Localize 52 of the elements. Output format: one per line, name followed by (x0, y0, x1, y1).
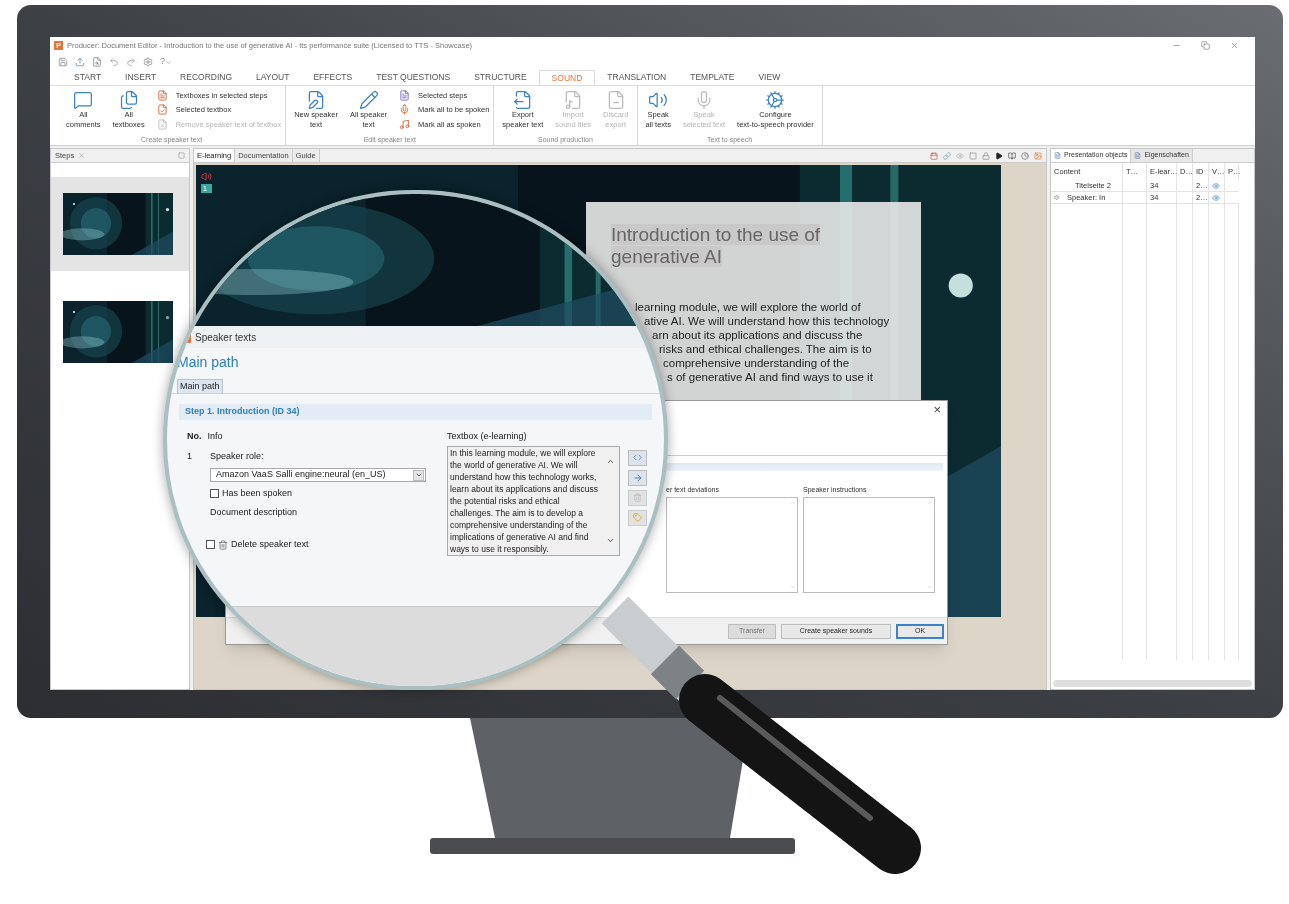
ribbon-tab[interactable]: EFFECTS (301, 70, 365, 85)
speech-bubble-icon (73, 90, 94, 110)
link-icon[interactable] (943, 151, 951, 160)
entry-number: 1 (187, 449, 192, 463)
document-icon (156, 90, 168, 102)
eye-icon[interactable] (1212, 193, 1220, 202)
caret-icon (165, 58, 172, 66)
close-icon[interactable] (78, 152, 86, 159)
lock-icon[interactable] (982, 151, 990, 160)
document-cross-icon (156, 118, 168, 130)
ribbon-tab[interactable]: RECORDING (168, 70, 245, 85)
image-icon[interactable] (1034, 151, 1042, 160)
ribbon-tab[interactable]: TEST QUESTIONS (364, 70, 463, 85)
speaker-icon (1054, 194, 1061, 202)
ribbon-tab[interactable]: STRUCTURE (462, 70, 539, 85)
book-icon[interactable] (1008, 151, 1016, 160)
ribbon-tab[interactable]: LAYOUT (244, 70, 302, 85)
close-icon[interactable] (1230, 41, 1239, 50)
document-check-icon (156, 104, 168, 116)
restore-icon[interactable] (1201, 41, 1210, 50)
document-search-icon[interactable] (92, 57, 102, 67)
document-export-icon (512, 90, 533, 110)
help-menu[interactable]: ? (160, 55, 172, 69)
undo-icon[interactable] (109, 57, 119, 67)
save-icon[interactable] (58, 57, 68, 67)
maximize-icon[interactable] (178, 152, 185, 159)
gear-icon (765, 90, 786, 110)
ribbon-tab[interactable]: TRANSLATION (595, 70, 679, 85)
table-cell (1177, 180, 1193, 193)
eye-icon[interactable] (956, 151, 964, 160)
redo-icon[interactable] (126, 57, 136, 67)
document-icon (1134, 152, 1142, 159)
table-cell (1123, 180, 1147, 193)
calendar-icon[interactable] (930, 151, 938, 160)
pencil-icon (358, 90, 379, 110)
eye-icon[interactable] (1212, 181, 1220, 190)
ribbon-tab[interactable]: VIEW (746, 70, 793, 85)
document-icon (399, 90, 411, 102)
settings-icon[interactable] (143, 57, 153, 67)
play-icon[interactable] (995, 151, 1003, 160)
documents-icon (118, 90, 139, 110)
horizontal-scrollbar[interactable] (1053, 680, 1252, 687)
upload-icon[interactable] (75, 57, 85, 67)
ribbon-tab[interactable]: TEMPLATE (678, 70, 747, 85)
speaker-icon (648, 90, 669, 110)
ribbon-tab[interactable]: START (62, 70, 114, 85)
microphone-icon (399, 104, 411, 116)
document-icon (1054, 152, 1061, 159)
ribbon-tab[interactable]: INSERT (113, 70, 169, 85)
music-note-icon (399, 118, 411, 130)
clock-icon[interactable] (1021, 151, 1029, 160)
square-icon[interactable] (969, 151, 977, 160)
